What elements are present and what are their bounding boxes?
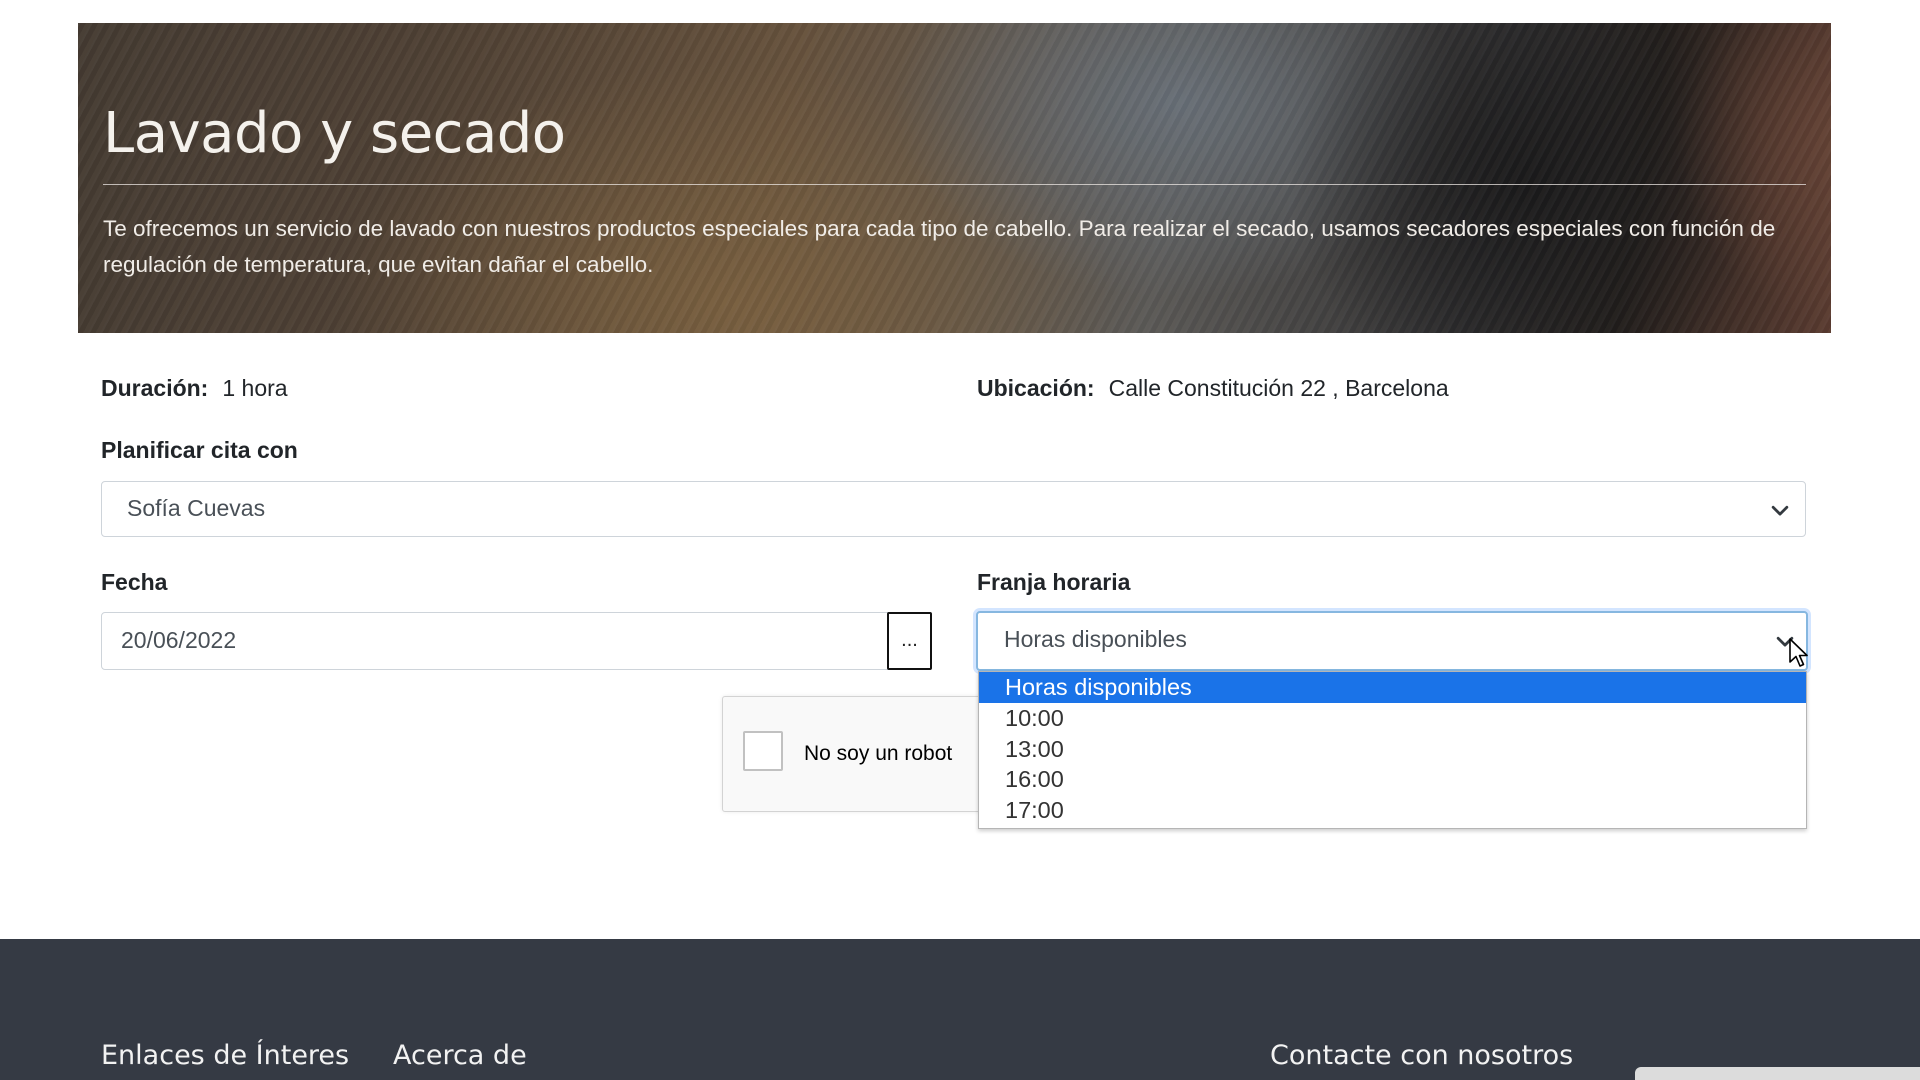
- recaptcha-label: No soy un robot: [804, 742, 953, 765]
- time-slot-selected-value: Horas disponibles: [1004, 626, 1187, 652]
- service-hero-banner: Lavado y secado Te ofrecemos un servicio…: [78, 23, 1831, 333]
- time-option-1300[interactable]: 13:00: [979, 734, 1806, 765]
- chevron-down-icon: [1771, 505, 1789, 516]
- time-option-1000[interactable]: 10:00: [979, 703, 1806, 734]
- date-picker-button[interactable]: ...: [887, 612, 932, 670]
- service-title: Lavado y secado: [103, 101, 566, 166]
- location-label: Ubicación:: [977, 375, 1095, 401]
- time-option-1700[interactable]: 17:00: [979, 795, 1806, 826]
- stylist-selected-value: Sofía Cuevas: [127, 495, 266, 521]
- location-info: Ubicación: Calle Constitución 22 , Barcel…: [977, 373, 1449, 403]
- duration-value: 1 hora: [222, 375, 288, 401]
- date-label: Fecha: [101, 569, 168, 595]
- time-slot-dropdown-list: Horas disponibles 10:00 13:00 16:00 17:0…: [978, 671, 1807, 829]
- stylist-select-label: Planificar cita con: [101, 437, 298, 463]
- footer-contact-heading: Contacte con nosotros: [1270, 1040, 1574, 1071]
- horizontal-scrollbar[interactable]: [1635, 1067, 1920, 1080]
- time-option-horas-disponibles[interactable]: Horas disponibles: [979, 672, 1806, 703]
- stylist-select[interactable]: Sofía Cuevas: [101, 481, 1806, 537]
- footer-links-heading: Enlaces de Ínteres: [101, 1040, 350, 1071]
- mouse-cursor-icon: [1789, 638, 1808, 667]
- location-value: Calle Constitución 22 , Barcelona: [1108, 375, 1449, 401]
- time-option-1600[interactable]: 16:00: [979, 764, 1806, 795]
- recaptcha-checkbox[interactable]: [743, 731, 783, 771]
- duration-info: Duración: 1 hora: [101, 373, 288, 403]
- booking-page: Lavado y secado Te ofrecemos un servicio…: [0, 0, 1920, 1080]
- time-slot-label: Franja horaria: [977, 569, 1131, 595]
- date-input[interactable]: 20/06/2022: [101, 612, 889, 670]
- duration-label: Duración:: [101, 375, 209, 401]
- footer-about-heading: Acerca de: [393, 1040, 527, 1071]
- recaptcha-widget: No soy un robot: [722, 696, 1022, 812]
- time-slot-select[interactable]: Horas disponibles: [976, 611, 1808, 671]
- site-footer: Enlaces de Ínteres Acerca de Contacte co…: [0, 939, 1920, 1080]
- service-description: Te ofrecemos un servicio de lavado con n…: [103, 216, 1776, 277]
- title-divider: [103, 184, 1806, 185]
- date-value: 20/06/2022: [121, 627, 237, 653]
